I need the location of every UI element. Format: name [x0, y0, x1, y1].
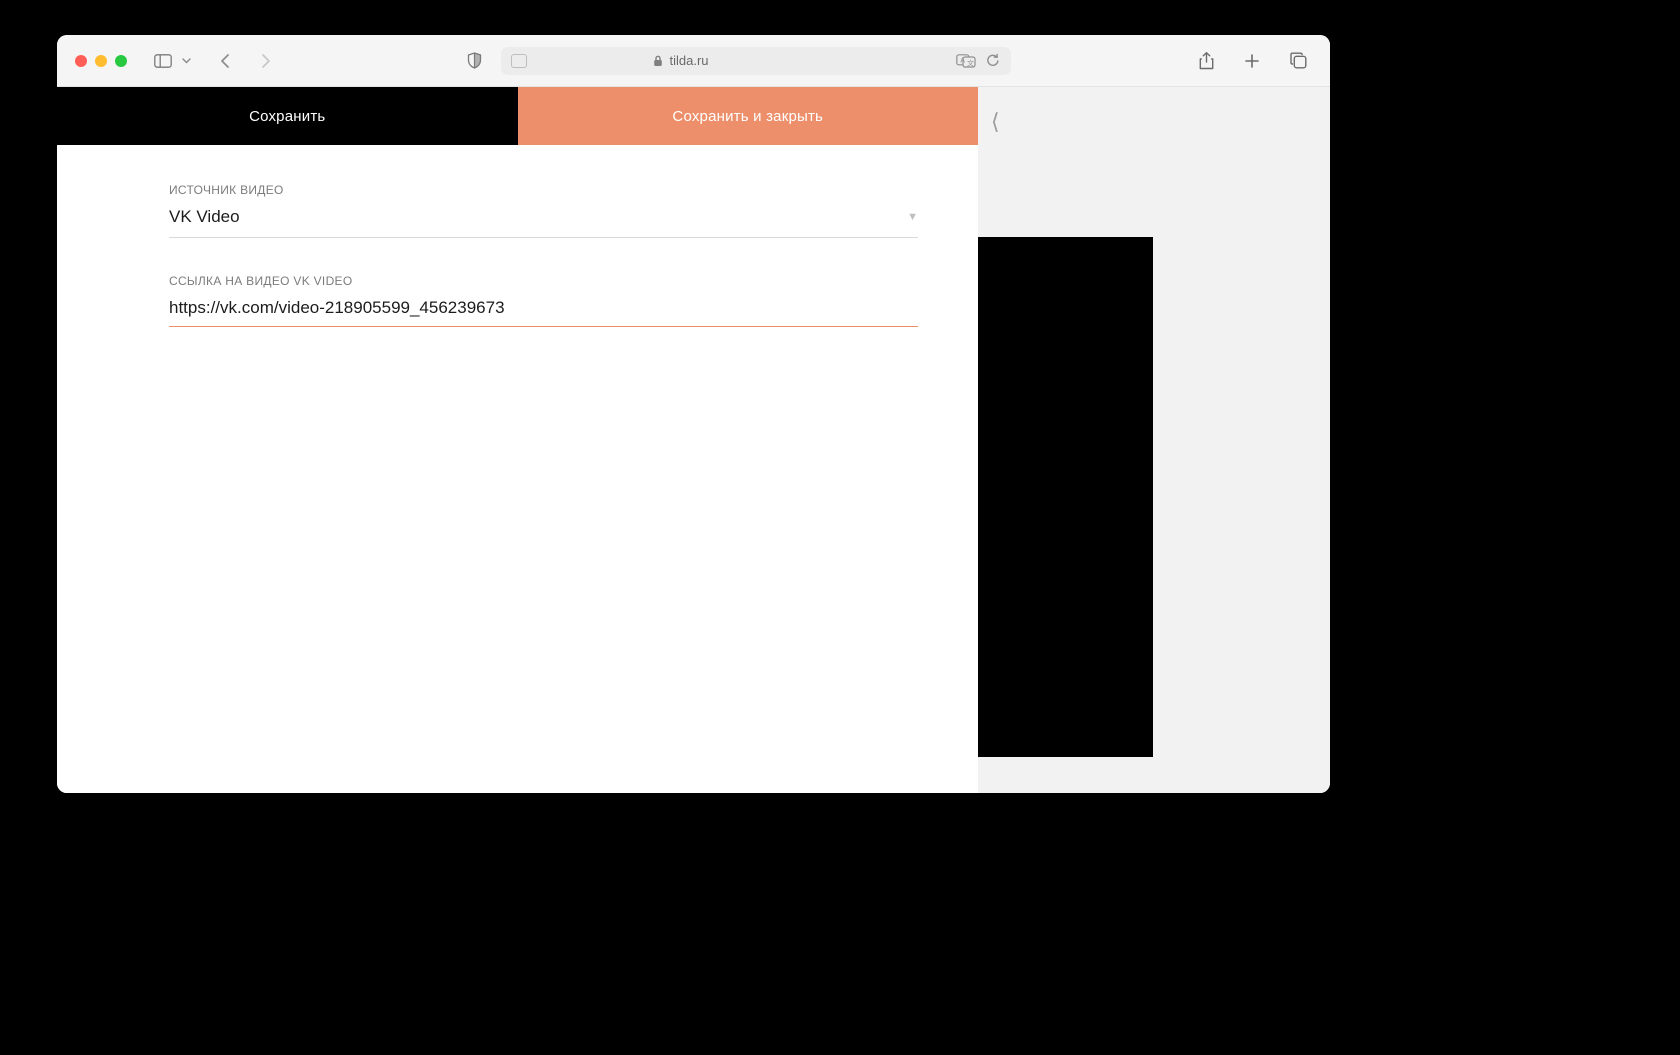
- address-right-controls: A文: [956, 53, 1000, 68]
- forward-button[interactable]: [251, 49, 279, 73]
- video-source-select[interactable]: VK Video ▼: [169, 207, 918, 238]
- browser-window: tilda.ru A文 Сохранить: [57, 35, 1330, 793]
- window-controls: [75, 55, 127, 67]
- video-source-field: ИСТОЧНИК ВИДЕО VK Video ▼: [169, 183, 918, 238]
- translate-icon[interactable]: A文: [956, 54, 976, 68]
- privacy-shield-icon[interactable]: [461, 49, 489, 73]
- collapse-panel-button[interactable]: ⟨: [991, 109, 1000, 135]
- settings-panel: Сохранить Сохранить и закрыть ИСТОЧНИК В…: [57, 87, 978, 793]
- toolbar-center: tilda.ru A文: [461, 47, 1011, 75]
- address-bar[interactable]: tilda.ru A文: [501, 47, 1011, 75]
- video-link-label: ССЫЛКА НА ВИДЕО VK VIDEO: [169, 274, 918, 288]
- maximize-window-button[interactable]: [115, 55, 127, 67]
- video-source-label: ИСТОЧНИК ВИДЕО: [169, 183, 918, 197]
- reload-icon[interactable]: [986, 53, 1000, 68]
- save-button[interactable]: Сохранить: [57, 87, 518, 145]
- panel-tabs: Сохранить Сохранить и закрыть: [57, 87, 978, 145]
- address-host: tilda.ru: [653, 53, 708, 68]
- save-and-close-button[interactable]: Сохранить и закрыть: [518, 87, 979, 145]
- svg-text:文: 文: [967, 58, 974, 67]
- back-button[interactable]: [211, 49, 239, 73]
- video-link-input[interactable]: [169, 298, 918, 327]
- save-button-label: Сохранить: [249, 108, 325, 125]
- video-preview-block: [978, 237, 1153, 757]
- share-icon[interactable]: [1192, 49, 1220, 73]
- chevron-left-icon: ⟨: [991, 109, 1000, 134]
- address-host-text: tilda.ru: [669, 53, 708, 68]
- new-tab-icon[interactable]: [1238, 49, 1266, 73]
- panel-body: ИСТОЧНИК ВИДЕО VK Video ▼ ССЫЛКА НА ВИДЕ…: [57, 145, 978, 383]
- navigation-arrows: [211, 49, 279, 73]
- close-window-button[interactable]: [75, 55, 87, 67]
- site-settings-icon[interactable]: [511, 54, 527, 68]
- svg-text:A: A: [961, 57, 966, 64]
- chevron-down-icon[interactable]: [179, 49, 193, 73]
- video-link-field: ССЫЛКА НА ВИДЕО VK VIDEO: [169, 274, 918, 327]
- minimize-window-button[interactable]: [95, 55, 107, 67]
- caret-down-icon: ▼: [907, 211, 918, 223]
- tabs-overview-icon[interactable]: [1284, 49, 1312, 73]
- save-and-close-button-label: Сохранить и закрыть: [672, 108, 823, 125]
- browser-toolbar: tilda.ru A文: [57, 35, 1330, 87]
- sidebar-toggle-group: [149, 49, 193, 73]
- sidebar-icon[interactable]: [149, 49, 177, 73]
- video-source-value: VK Video: [169, 207, 240, 227]
- toolbar-right: [1192, 49, 1312, 73]
- page-content: Сохранить Сохранить и закрыть ИСТОЧНИК В…: [57, 87, 1330, 793]
- lock-icon: [653, 55, 663, 67]
